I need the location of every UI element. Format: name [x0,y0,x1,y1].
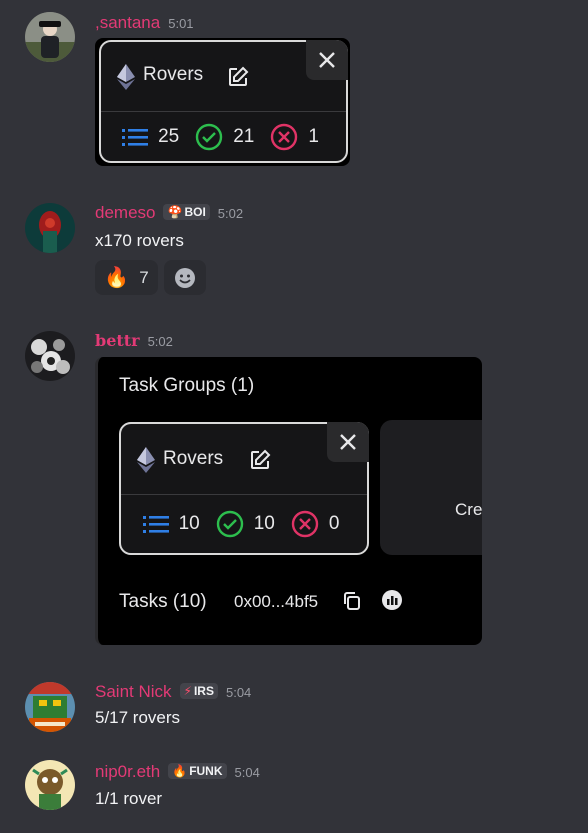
success-count: 21 [233,125,255,147]
timestamp: 5:04 [234,765,260,780]
username[interactable]: ,santana [95,13,160,33]
task-group-card: Rovers 25 21 1 [99,40,348,163]
failed-count: 1 [308,125,319,147]
failed-count: 0 [328,512,340,534]
tasks-label: Tasks (10) [119,591,207,612]
list-icon [122,128,149,146]
edit-icon[interactable] [249,449,271,476]
success-count: 10 [253,512,275,534]
close-icon [340,434,356,450]
reaction[interactable]: 🔥 7 [95,260,158,295]
avatar[interactable] [25,682,75,732]
wallet-address[interactable]: 0x00...4bf5 [234,592,318,612]
timestamp: 5:02 [217,206,244,221]
flame-icon: 🔥 [172,764,188,778]
total-count: 25 [158,125,180,147]
x-circle-icon [291,510,319,537]
message-text: x170 rovers [95,231,184,250]
list-icon [142,515,169,533]
task-groups-heading: Task Groups (1) [119,375,255,396]
edit-icon[interactable] [227,66,249,93]
timestamp: 5:04 [225,685,252,700]
close-button[interactable] [306,40,348,80]
lightning-icon: ⚡ [183,684,192,698]
username[interactable]: Saint Nick [95,682,172,702]
total-count: 10 [178,512,200,534]
ethereum-icon [137,447,155,478]
reaction-count: 7 [139,267,149,287]
username[interactable]: bettr [95,331,140,350]
username[interactable]: demeso [95,203,155,223]
explorer-icon[interactable] [381,589,403,616]
timestamp: 5:01 [168,16,194,31]
check-circle-icon [196,123,223,150]
stats-row: 10 10 0 [121,494,367,553]
embed-image[interactable]: Rovers 25 21 1 [95,38,350,166]
close-icon [319,52,335,68]
ethereum-icon [117,64,135,95]
avatar[interactable] [25,760,75,810]
close-button[interactable] [327,422,369,462]
stats-row: 25 21 1 [101,112,346,161]
role-tag[interactable]: ⚡ IRS [179,683,218,699]
group-title: Rovers [163,448,224,469]
reaction-emoji: 🔥 [104,267,130,289]
message-text: 5/17 rovers [95,708,181,727]
mushroom-icon: 🍄 [167,205,183,219]
timestamp: 5:02 [147,334,173,349]
check-circle-icon [216,510,243,537]
add-reaction-button[interactable] [164,260,206,295]
group-title: Rovers [143,64,204,85]
x-circle-icon [271,123,298,150]
role-tag[interactable]: 🔥 FUNK [168,763,227,779]
add-reaction-icon [175,267,195,288]
create-label: Cre [455,500,482,519]
username[interactable]: nip0r.eth [95,762,160,782]
avatar[interactable] [25,12,75,62]
create-group-card[interactable]: Cre [380,420,482,555]
avatar[interactable] [25,203,75,253]
embed-image[interactable]: Task Groups (1) Rovers 10 10 0 Cre Tasks… [95,357,482,645]
task-group-card: Rovers 10 10 0 [119,422,369,555]
role-tag[interactable]: 🍄 BOI [163,204,210,220]
message-text: 1/1 rover [95,789,163,808]
avatar[interactable] [25,331,75,381]
copy-icon[interactable] [342,591,362,616]
